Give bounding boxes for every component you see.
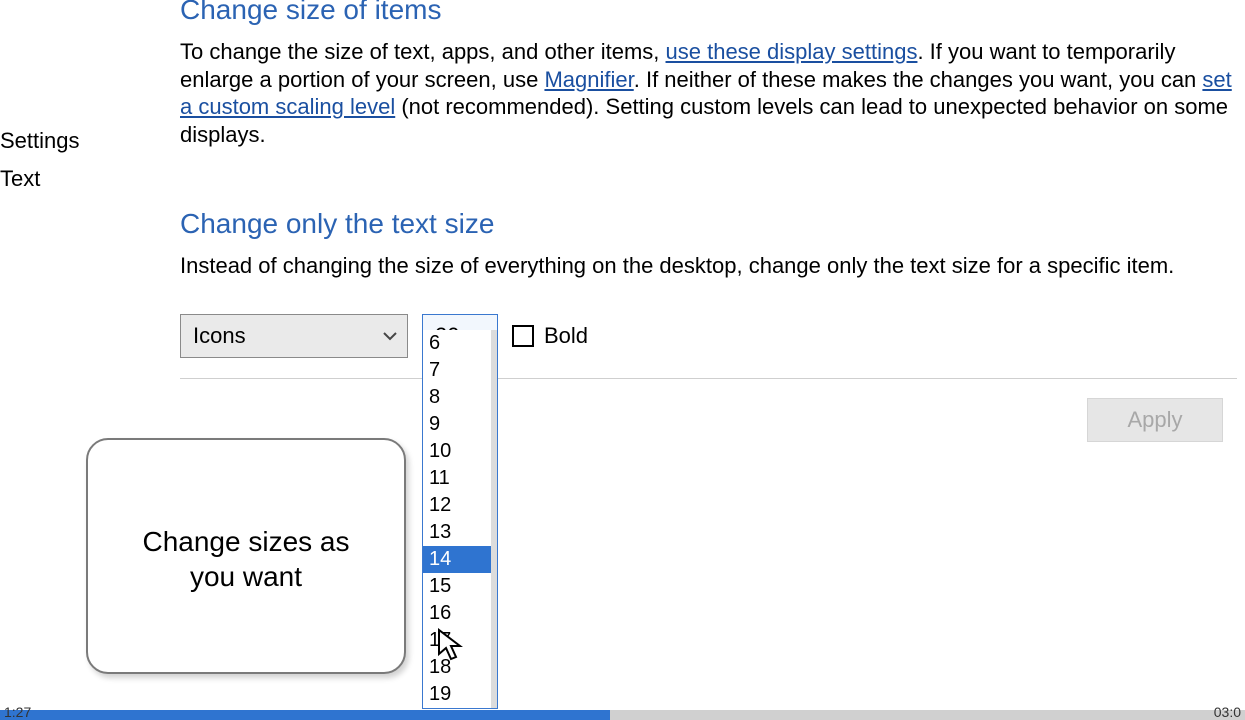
font-size-option[interactable]: 11 <box>423 465 497 492</box>
font-size-option[interactable]: 17 <box>423 627 497 654</box>
section1-body: To change the size of text, apps, and ot… <box>180 38 1237 148</box>
bold-checkbox[interactable]: Bold <box>512 323 588 349</box>
font-size-option[interactable]: 18 <box>423 654 497 681</box>
text: To change the size of text, apps, and ot… <box>180 39 666 64</box>
section2-desc: Instead of changing the size of everythi… <box>180 252 1237 280</box>
apply-button[interactable]: Apply <box>1087 398 1223 442</box>
font-size-option[interactable]: 19 <box>423 681 497 708</box>
sidebar: Settings Text <box>0 128 80 204</box>
section-title-text-size: Change only the text size <box>180 208 1237 240</box>
font-size-option[interactable]: 10 <box>423 438 497 465</box>
font-size-option[interactable]: 6 <box>423 330 497 357</box>
font-size-option[interactable]: 12 <box>423 492 497 519</box>
playback-current-time: 1:27 <box>4 704 31 720</box>
callout-line2: you want <box>190 559 302 594</box>
font-size-option[interactable]: 16 <box>423 600 497 627</box>
bold-label: Bold <box>544 323 588 349</box>
font-size-option[interactable]: 9 <box>423 411 497 438</box>
checkbox-box <box>512 325 534 347</box>
font-size-option[interactable]: 15 <box>423 573 497 600</box>
section-title-size-of-items: Change size of items <box>180 0 1237 26</box>
annotation-callout: Change sizes as you want <box>86 438 406 674</box>
playback-total-time: 03:0 <box>1214 704 1241 720</box>
item-type-value: Icons <box>193 323 246 349</box>
link-display-settings[interactable]: use these display settings <box>666 39 918 64</box>
font-size-option[interactable]: 14 <box>423 546 497 573</box>
scrollbar[interactable] <box>491 330 497 708</box>
font-size-dropdown-list[interactable]: 678910111213141516171819 <box>422 330 498 709</box>
text: . If neither of these makes the changes … <box>634 67 1203 92</box>
video-progress-fill <box>0 710 610 720</box>
link-magnifier[interactable]: Magnifier <box>544 67 633 92</box>
font-size-option[interactable]: 13 <box>423 519 497 546</box>
callout-line1: Change sizes as <box>142 524 349 559</box>
font-size-option[interactable]: 8 <box>423 384 497 411</box>
text-size-controls: Icons 20 Bold <box>180 314 1237 358</box>
font-size-option[interactable]: 7 <box>423 357 497 384</box>
sidebar-item-settings[interactable]: Settings <box>0 128 80 154</box>
sidebar-item-text[interactable]: Text <box>0 166 80 192</box>
apply-label: Apply <box>1127 407 1182 433</box>
divider <box>180 378 1237 379</box>
chevron-down-icon <box>383 329 397 343</box>
video-progress-bar[interactable] <box>0 710 1245 720</box>
item-type-dropdown[interactable]: Icons <box>180 314 408 358</box>
